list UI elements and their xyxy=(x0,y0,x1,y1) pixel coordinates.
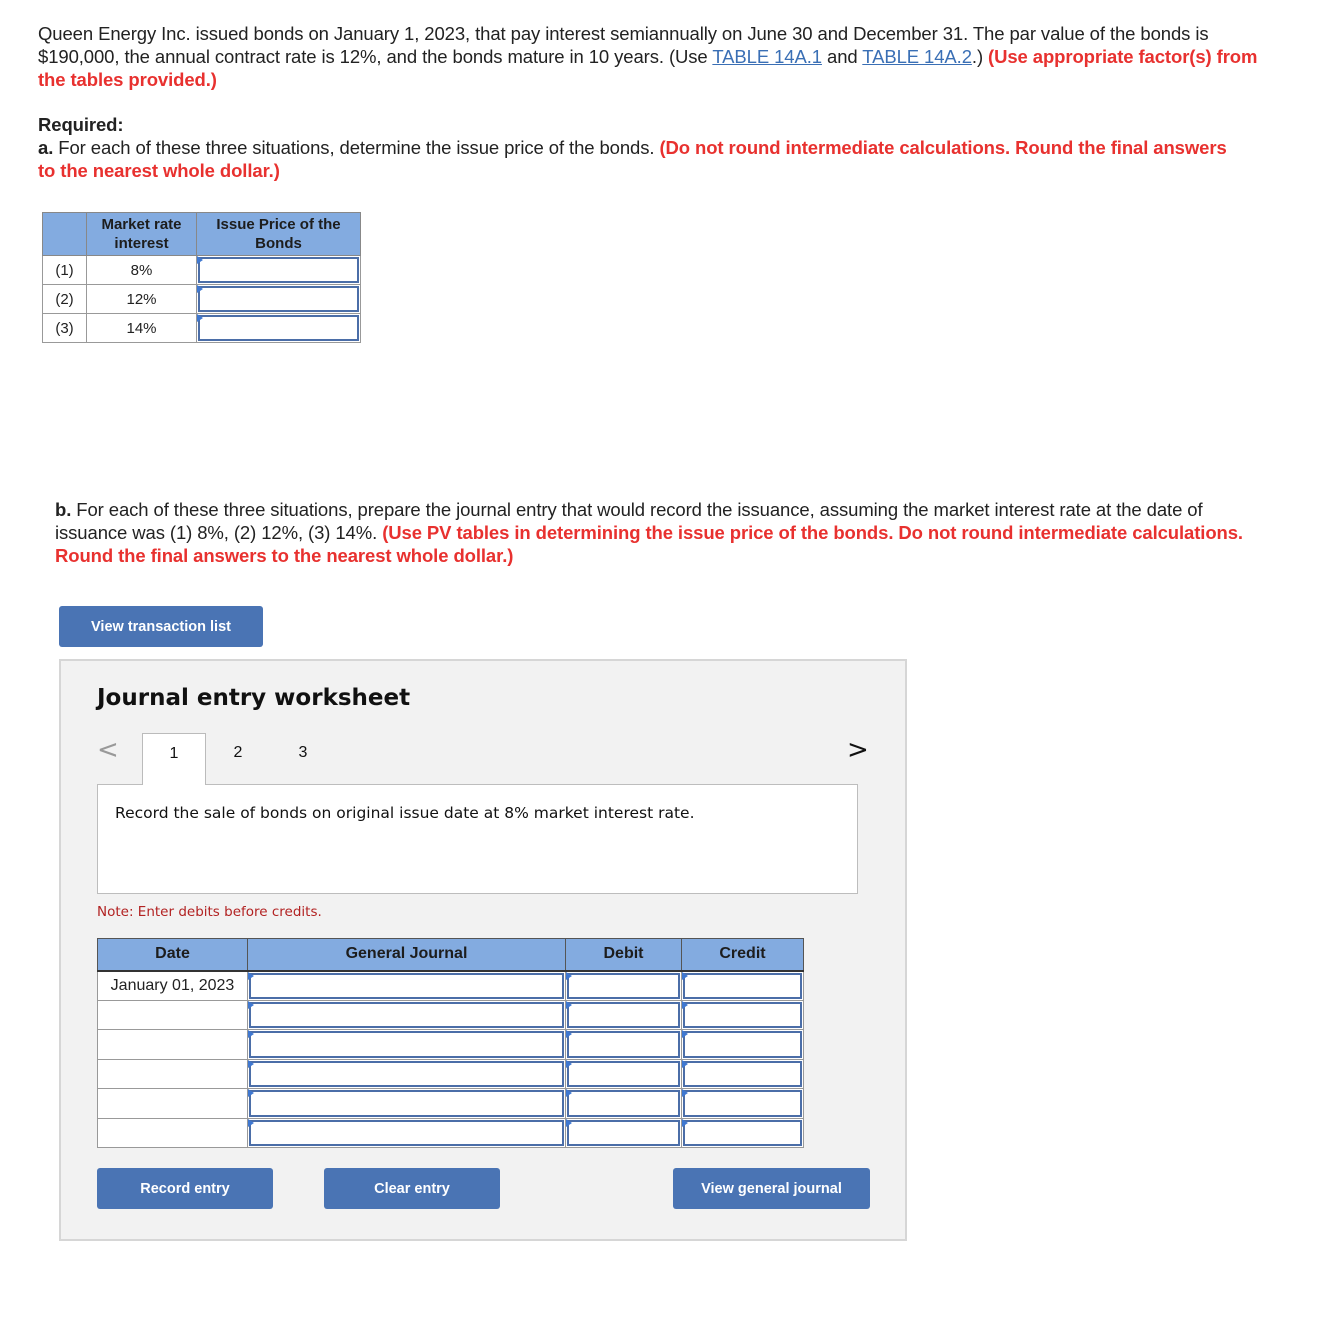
credit-input[interactable] xyxy=(683,1001,802,1028)
account-input-cell xyxy=(247,1088,566,1119)
journal-date xyxy=(97,1117,248,1148)
credit-input-cell xyxy=(681,1029,804,1060)
worksheet-title: Journal entry worksheet xyxy=(97,685,411,711)
header-date: Date xyxy=(97,938,248,972)
credit-input[interactable] xyxy=(683,1090,802,1117)
credit-input[interactable] xyxy=(683,972,802,999)
intro-and: and xyxy=(821,45,863,67)
journal-row: January 01, 2023 xyxy=(97,970,804,1001)
credit-input-cell xyxy=(681,1117,804,1148)
row-number: (2) xyxy=(42,284,87,314)
tab-3[interactable]: 3 xyxy=(271,733,335,785)
journal-date xyxy=(97,1088,248,1119)
chevron-left-icon[interactable]: < xyxy=(97,735,119,765)
header-credit: Credit xyxy=(681,938,804,972)
account-input-cell xyxy=(247,970,566,1001)
row-number: (1) xyxy=(42,255,87,285)
account-input-cell xyxy=(247,1058,566,1089)
journal-row xyxy=(97,1058,804,1089)
credit-input-cell xyxy=(681,970,804,1001)
debit-input[interactable] xyxy=(567,1031,680,1058)
journal-date: January 01, 2023 xyxy=(97,970,248,1001)
debit-input[interactable] xyxy=(567,1001,680,1028)
account-input[interactable] xyxy=(249,1060,564,1087)
table-row: (1) 8% xyxy=(42,255,361,285)
account-input[interactable] xyxy=(249,1031,564,1058)
record-entry-button[interactable]: Record entry xyxy=(97,1168,273,1209)
header-general-journal: General Journal xyxy=(247,938,566,972)
debit-input-cell xyxy=(565,1029,682,1060)
credit-input-cell xyxy=(681,999,804,1030)
account-input-cell xyxy=(247,999,566,1030)
journal-row xyxy=(97,999,804,1030)
debit-input-cell xyxy=(565,1117,682,1148)
market-rate: 8% xyxy=(86,255,197,285)
entry-note: Note: Enter debits before credits. xyxy=(97,904,322,920)
journal-row xyxy=(97,1117,804,1148)
table-14a1-link[interactable]: TABLE 14A.1 xyxy=(712,46,822,67)
journal-row xyxy=(97,1029,804,1060)
journal-row xyxy=(97,1088,804,1119)
issue-price-input[interactable] xyxy=(198,257,359,283)
market-rate: 14% xyxy=(86,313,197,343)
table-row: (3) 14% xyxy=(42,313,361,343)
table-row: (2) 12% xyxy=(42,284,361,314)
account-input[interactable] xyxy=(249,972,564,999)
journal-entry-worksheet: Journal entry worksheet < 1 2 3 > Record… xyxy=(59,659,907,1241)
account-input[interactable] xyxy=(249,1090,564,1117)
issue-price-input[interactable] xyxy=(198,286,359,312)
row-number: (3) xyxy=(42,313,87,343)
account-input-cell xyxy=(247,1117,566,1148)
journal-date xyxy=(97,1029,248,1060)
journal-date xyxy=(97,999,248,1030)
journal-date xyxy=(97,1058,248,1089)
account-input-cell xyxy=(247,1029,566,1060)
header-blank xyxy=(42,212,87,256)
account-input[interactable] xyxy=(249,1001,564,1028)
view-transaction-list-button[interactable]: View transaction list xyxy=(59,606,263,647)
debit-input-cell xyxy=(565,1058,682,1089)
part-a-body: For each of these three situations, dete… xyxy=(53,137,660,158)
problem-intro: Queen Energy Inc. issued bonds on Januar… xyxy=(38,23,1278,91)
tab-1[interactable]: 1 xyxy=(142,733,206,785)
view-general-journal-button[interactable]: View general journal xyxy=(673,1168,870,1209)
credit-input[interactable] xyxy=(683,1031,802,1058)
debit-input[interactable] xyxy=(567,1090,680,1117)
header-market-rate: Market rate interest xyxy=(86,212,197,256)
intro-after: .) xyxy=(971,45,989,67)
debit-input[interactable] xyxy=(567,1119,680,1146)
credit-input[interactable] xyxy=(683,1060,802,1087)
market-rate: 12% xyxy=(86,284,197,314)
required-heading: Required: xyxy=(38,114,124,137)
debit-input-cell xyxy=(565,1088,682,1119)
part-a-label: a. xyxy=(38,137,54,158)
debit-input-cell xyxy=(565,999,682,1030)
required-label: Required: xyxy=(38,114,124,135)
part-a-text: a. For each of these three situations, d… xyxy=(38,137,1238,183)
credit-input-cell xyxy=(681,1088,804,1119)
transaction-description: Record the sale of bonds on original iss… xyxy=(115,804,695,822)
part-b-text: b. For each of these three situations, p… xyxy=(55,499,1275,567)
header-debit: Debit xyxy=(565,938,682,972)
tab-2[interactable]: 2 xyxy=(206,733,270,785)
debit-input-cell xyxy=(565,970,682,1001)
chevron-right-icon[interactable]: > xyxy=(847,735,869,765)
credit-input[interactable] xyxy=(683,1119,802,1146)
debit-input[interactable] xyxy=(567,972,680,999)
table-14a2-link[interactable]: TABLE 14A.2 xyxy=(862,46,972,67)
debit-input[interactable] xyxy=(567,1060,680,1087)
header-issue-price: Issue Price of the Bonds xyxy=(196,212,361,256)
issue-price-input[interactable] xyxy=(198,315,359,341)
part-b-label: b. xyxy=(55,499,72,520)
transaction-description-box: Record the sale of bonds on original iss… xyxy=(97,784,858,894)
general-journal-table: Date General Journal Debit Credit Januar… xyxy=(97,938,804,1148)
issue-price-table: Market rate interest Issue Price of the … xyxy=(42,212,361,343)
clear-entry-button[interactable]: Clear entry xyxy=(324,1168,500,1209)
credit-input-cell xyxy=(681,1058,804,1089)
account-input[interactable] xyxy=(249,1119,564,1146)
